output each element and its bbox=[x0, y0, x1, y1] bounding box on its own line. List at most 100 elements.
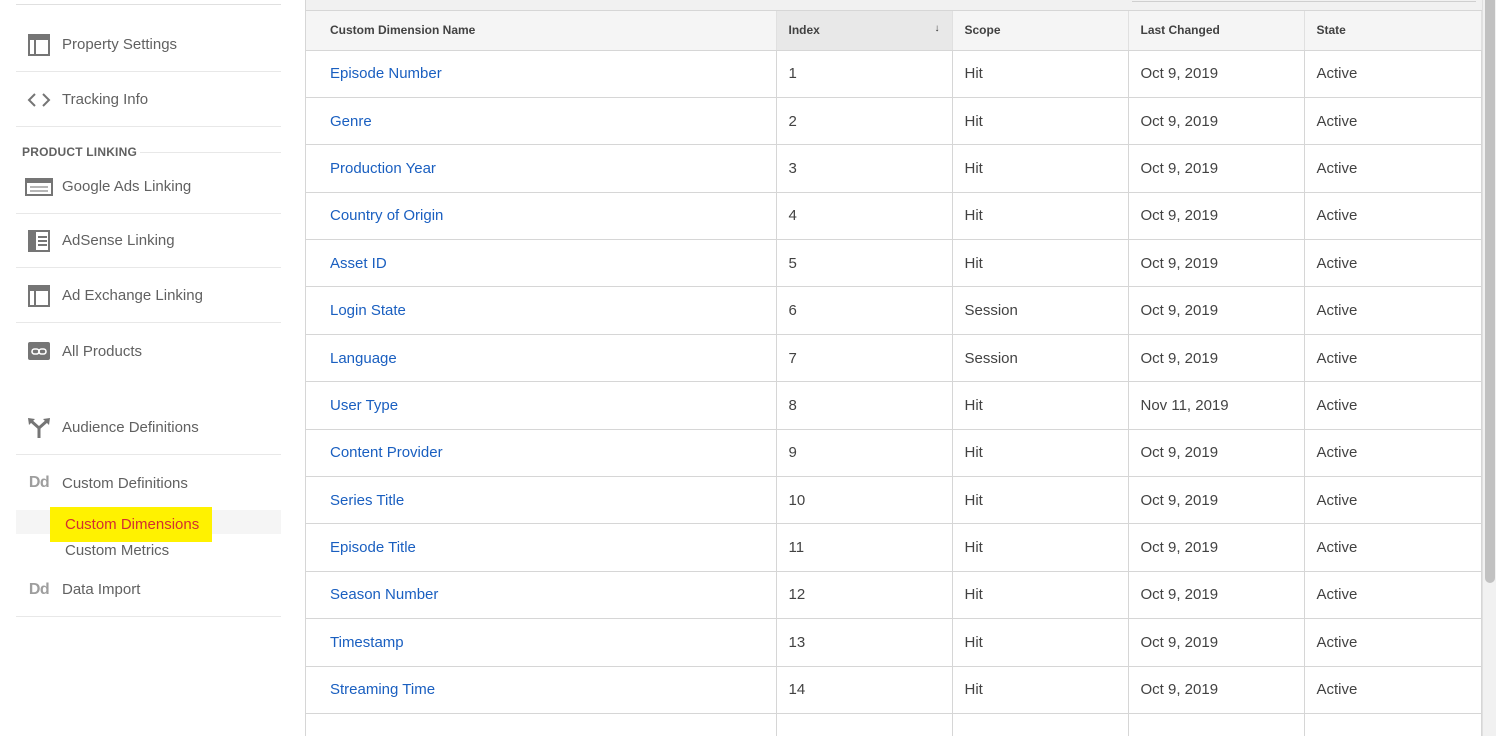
state-cell: Active bbox=[1304, 334, 1482, 383]
sidebar-item-all-products[interactable]: All Products bbox=[16, 324, 281, 378]
table-row: Episode Number 1 Hit Oct 9, 2019 Active bbox=[306, 50, 1482, 98]
state-cell: Active bbox=[1304, 666, 1482, 714]
divider bbox=[140, 152, 281, 153]
scope-cell: Session bbox=[952, 334, 1129, 383]
last-changed-cell: Oct 9, 2019 bbox=[1128, 97, 1305, 146]
scope-cell: Hit bbox=[952, 523, 1129, 572]
last-changed-cell: Oct 9, 2019 bbox=[1128, 50, 1305, 98]
scope-cell: Hit bbox=[952, 476, 1129, 525]
dimension-name-link[interactable]: Country of Origin bbox=[330, 207, 443, 224]
scope-cell: Hit bbox=[952, 97, 1129, 146]
dimension-name-link[interactable]: Season Number bbox=[330, 586, 438, 603]
window-icon bbox=[16, 33, 62, 57]
dimension-name-link[interactable]: Series Title bbox=[330, 492, 404, 509]
dimension-name-link[interactable]: Language bbox=[330, 350, 397, 367]
last-changed-cell: Oct 9, 2019 bbox=[1128, 476, 1305, 525]
table-row-partial bbox=[306, 713, 1482, 736]
sidebar-item-google-ads-linking[interactable]: Google Ads Linking bbox=[16, 160, 281, 214]
column-header-state[interactable]: State bbox=[1304, 11, 1482, 51]
dimension-name-link[interactable]: Asset ID bbox=[330, 255, 387, 272]
state-cell: Active bbox=[1304, 192, 1482, 241]
sidebar-item-data-import[interactable]: Dd Data Import bbox=[16, 563, 281, 617]
sidebar-item-audience-definitions[interactable]: Audience Definitions bbox=[16, 401, 281, 455]
admin-sidebar: Property Settings Tracking Info PRODUCT … bbox=[0, 0, 296, 736]
divider bbox=[16, 4, 281, 5]
dimension-name-link[interactable]: Episode Number bbox=[330, 65, 442, 82]
ads-icon bbox=[16, 175, 62, 199]
sidebar-item-label: Google Ads Linking bbox=[62, 178, 192, 195]
sidebar-item-label: Tracking Info bbox=[62, 91, 149, 108]
index-cell: 13 bbox=[776, 618, 953, 667]
vertical-scrollbar[interactable] bbox=[1482, 0, 1496, 736]
last-changed-cell: Oct 9, 2019 bbox=[1128, 429, 1305, 478]
sidebar-item-custom-dimensions[interactable]: Custom Dimensions bbox=[65, 516, 199, 533]
column-header-name[interactable]: Custom Dimension Name bbox=[306, 11, 777, 51]
sidebar-item-label: AdSense Linking bbox=[62, 232, 175, 249]
sidebar-item-custom-definitions[interactable]: Dd Custom Definitions bbox=[16, 456, 281, 510]
table-row: Production Year 3 Hit Oct 9, 2019 Active bbox=[306, 144, 1482, 193]
index-cell: 11 bbox=[776, 523, 953, 572]
index-cell: 9 bbox=[776, 429, 953, 478]
last-changed-cell: Oct 9, 2019 bbox=[1128, 666, 1305, 714]
state-cell: Active bbox=[1304, 381, 1482, 430]
sidebar-item-label: Property Settings bbox=[62, 36, 178, 53]
table-row: Timestamp 13 Hit Oct 9, 2019 Active bbox=[306, 618, 1482, 667]
sidebar-item-label: Ad Exchange Linking bbox=[62, 287, 203, 304]
scope-cell: Hit bbox=[952, 666, 1129, 714]
section-header-product-linking: PRODUCT LINKING bbox=[22, 145, 137, 159]
dimension-name-link[interactable]: Episode Title bbox=[330, 539, 416, 556]
last-changed-cell: Oct 9, 2019 bbox=[1128, 239, 1305, 288]
sidebar-item-label: Custom Metrics bbox=[65, 541, 170, 559]
sidebar-item-tracking-info[interactable]: Tracking Info bbox=[16, 73, 281, 127]
scope-cell: Hit bbox=[952, 50, 1129, 98]
table-row: Genre 2 Hit Oct 9, 2019 Active bbox=[306, 97, 1482, 146]
dimension-name-link[interactable]: User Type bbox=[330, 397, 398, 414]
search-field-edge[interactable] bbox=[1132, 0, 1476, 2]
dimension-name-link[interactable]: Content Provider bbox=[330, 444, 443, 461]
last-changed-cell: Oct 9, 2019 bbox=[1128, 334, 1305, 383]
last-changed-cell: Oct 9, 2019 bbox=[1128, 571, 1305, 620]
table-row: Language 7 Session Oct 9, 2019 Active bbox=[306, 334, 1482, 383]
index-cell: 6 bbox=[776, 286, 953, 335]
table-row: User Type 8 Hit Nov 11, 2019 Active bbox=[306, 381, 1482, 430]
sidebar-item-custom-metrics[interactable]: Custom Metrics bbox=[16, 538, 281, 562]
state-cell: Active bbox=[1304, 618, 1482, 667]
state-cell: Active bbox=[1304, 50, 1482, 98]
state-cell: Active bbox=[1304, 144, 1482, 193]
scope-cell: Hit bbox=[952, 144, 1129, 193]
table-header-row: Custom Dimension Name Index ↓ Scope Last … bbox=[306, 11, 1482, 51]
custom-dimensions-table-panel: Custom Dimension Name Index ↓ Scope Last … bbox=[305, 0, 1482, 736]
dimension-name-link[interactable]: Genre bbox=[330, 113, 372, 130]
column-header-last-changed[interactable]: Last Changed bbox=[1128, 11, 1305, 51]
scope-cell: Hit bbox=[952, 618, 1129, 667]
index-cell: 14 bbox=[776, 666, 953, 714]
dimension-name-link[interactable]: Streaming Time bbox=[330, 681, 435, 698]
code-icon bbox=[16, 88, 62, 112]
scrollbar-thumb[interactable] bbox=[1485, 0, 1495, 583]
sidebar-item-ad-exchange-linking[interactable]: Ad Exchange Linking bbox=[16, 269, 281, 323]
scope-cell: Hit bbox=[952, 381, 1129, 430]
fork-icon bbox=[16, 416, 62, 440]
table-row: Login State 6 Session Oct 9, 2019 Active bbox=[306, 286, 1482, 335]
table-row: Country of Origin 4 Hit Oct 9, 2019 Active bbox=[306, 192, 1482, 241]
table-row: Content Provider 9 Hit Oct 9, 2019 Active bbox=[306, 429, 1482, 478]
table-toolbar bbox=[306, 0, 1482, 11]
table-row: Season Number 12 Hit Oct 9, 2019 Active bbox=[306, 571, 1482, 620]
dimension-name-link[interactable]: Timestamp bbox=[330, 634, 404, 651]
window-icon bbox=[16, 284, 62, 308]
last-changed-cell: Oct 9, 2019 bbox=[1128, 523, 1305, 572]
last-changed-cell: Nov 11, 2019 bbox=[1128, 381, 1305, 430]
dd-icon: Dd bbox=[16, 578, 62, 602]
column-header-scope[interactable]: Scope bbox=[952, 11, 1129, 51]
sidebar-item-adsense-linking[interactable]: AdSense Linking bbox=[16, 214, 281, 268]
dimension-name-link[interactable]: Production Year bbox=[330, 160, 436, 177]
sidebar-item-label: All Products bbox=[62, 342, 143, 360]
scope-cell: Session bbox=[952, 286, 1129, 335]
dimension-name-link[interactable]: Login State bbox=[330, 302, 406, 319]
sidebar-item-property-settings[interactable]: Property Settings bbox=[16, 18, 281, 72]
sort-arrow-icon: ↓ bbox=[934, 23, 940, 35]
last-changed-cell: Oct 9, 2019 bbox=[1128, 144, 1305, 193]
column-header-index[interactable]: Index ↓ bbox=[776, 11, 953, 51]
state-cell: Active bbox=[1304, 476, 1482, 525]
index-cell: 10 bbox=[776, 476, 953, 525]
